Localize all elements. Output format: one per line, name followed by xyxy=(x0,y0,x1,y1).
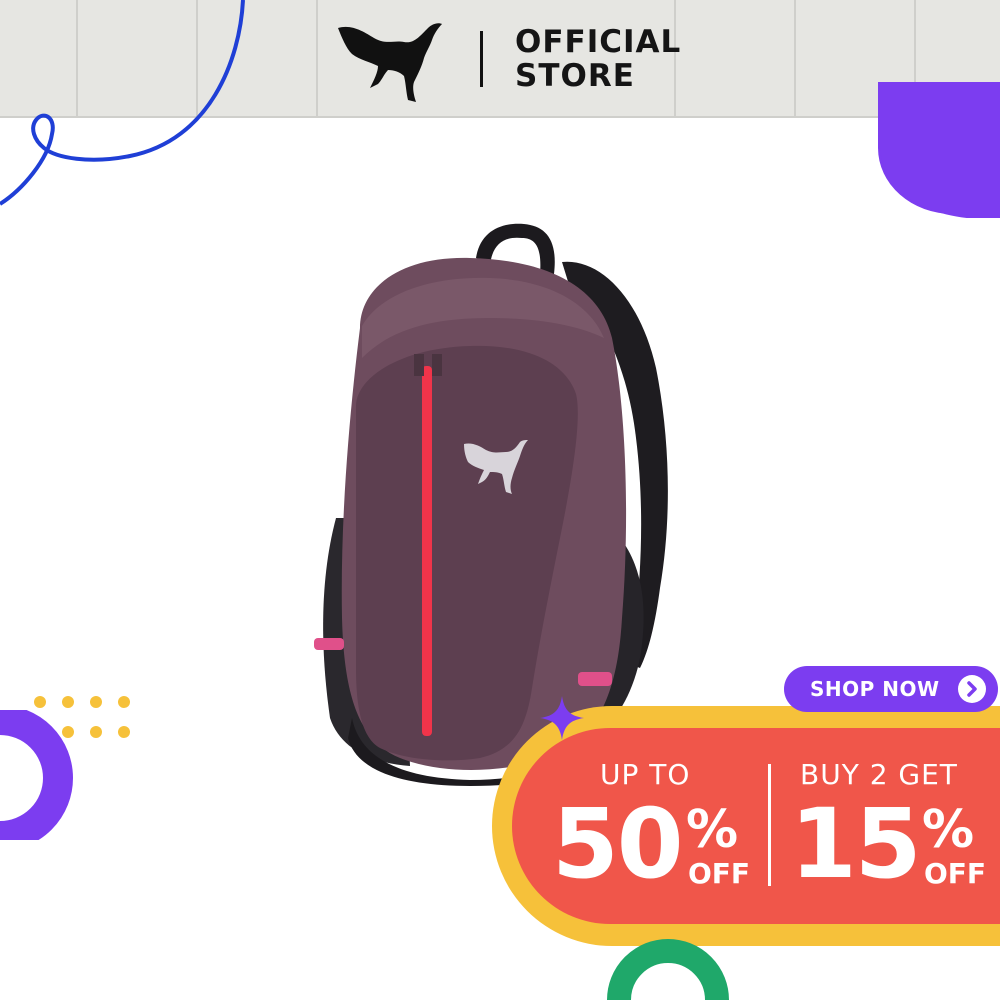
brand-text: OFFICIAL STORE xyxy=(515,25,681,93)
brand-lockup: OFFICIAL STORE xyxy=(334,14,681,104)
shop-now-label: SHOP NOW xyxy=(810,677,940,701)
shop-now-button[interactable]: SHOP NOW xyxy=(784,666,998,712)
backpack-image xyxy=(314,223,668,786)
green-ring-decoration xyxy=(607,939,729,1000)
offer2-value: 15 xyxy=(790,788,922,900)
puma-cat-icon xyxy=(338,23,442,102)
blue-swirl-decoration xyxy=(0,0,245,206)
purple-half-disc xyxy=(878,118,1000,218)
offer-divider xyxy=(768,764,771,886)
offer2-percent: % xyxy=(922,800,975,860)
sparkle-icon xyxy=(540,696,584,740)
offer1-percent: % xyxy=(686,800,739,860)
offer1-value: 50 xyxy=(552,788,684,900)
purple-ring-decoration xyxy=(0,710,73,840)
offer2-top-text: BUY 2 GET xyxy=(800,758,958,791)
offer1-suffix: OFF xyxy=(688,857,751,890)
offer2-suffix: OFF xyxy=(924,857,987,890)
brand-divider xyxy=(480,31,483,87)
offer1-top-text: UP TO xyxy=(600,758,691,791)
brand-line-store: STORE xyxy=(515,58,635,94)
chevron-right-icon xyxy=(958,675,986,703)
brand-line-official: OFFICIAL xyxy=(515,24,682,60)
